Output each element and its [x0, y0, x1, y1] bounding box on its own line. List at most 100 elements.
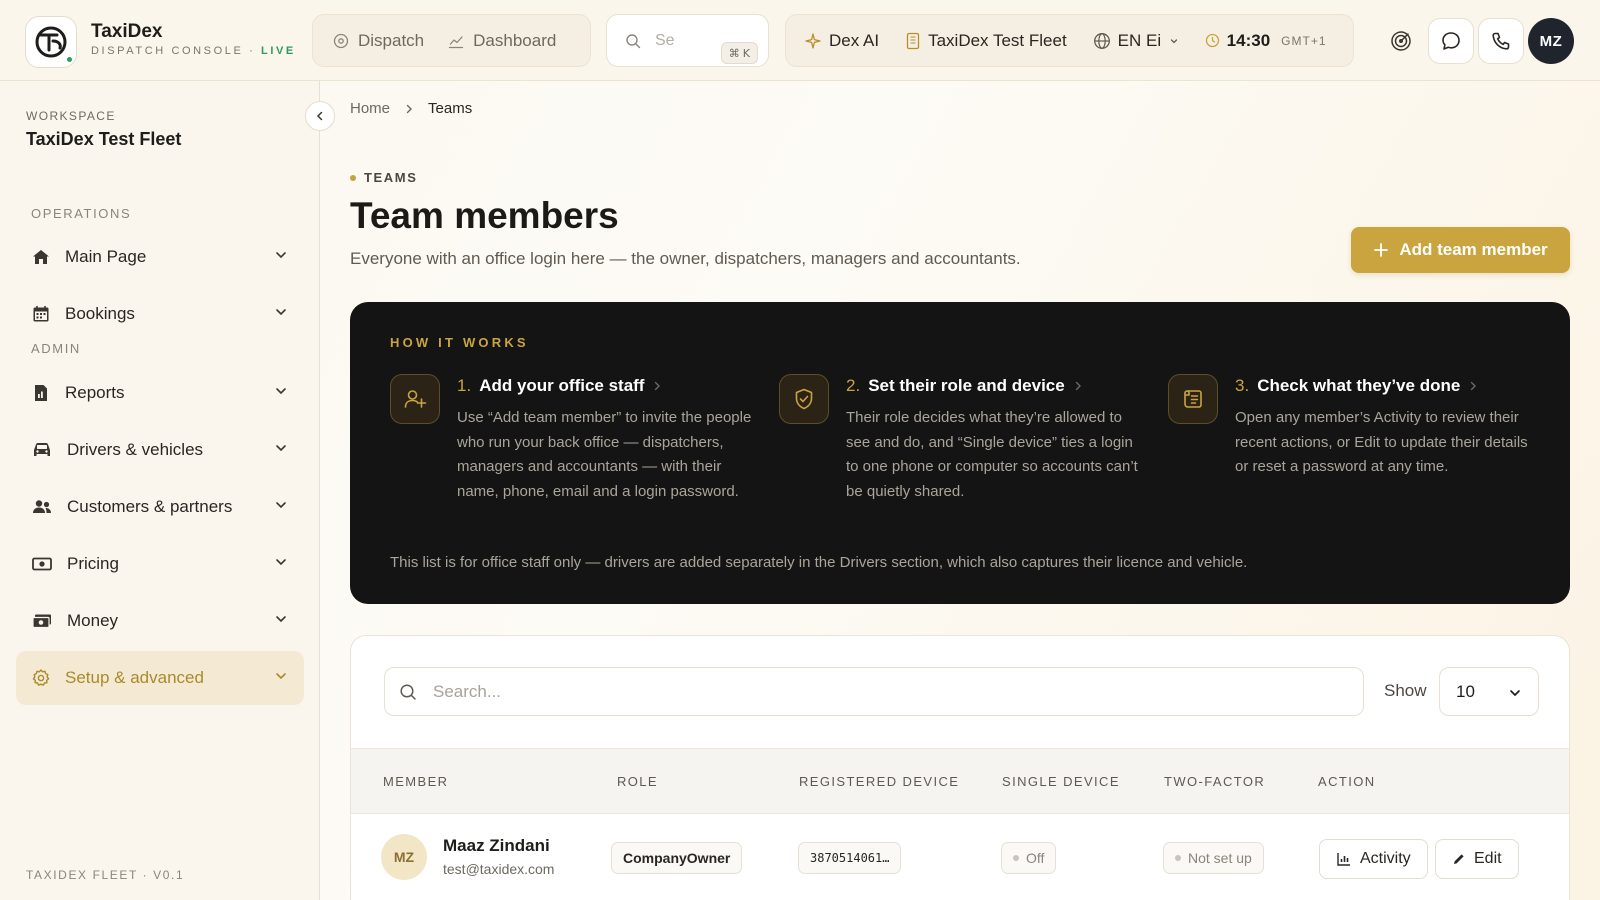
- messages-button[interactable]: [1428, 18, 1474, 64]
- global-search[interactable]: Se ⌘ K: [606, 14, 769, 67]
- fleet-name: TaxiDex Test Fleet: [928, 30, 1067, 50]
- command-key-icon: ⌘: [728, 46, 740, 60]
- sidebar-item-bookings[interactable]: Bookings: [16, 287, 304, 341]
- phone-icon: [1492, 32, 1510, 50]
- step-number: 1.: [457, 376, 472, 395]
- top-bar: TaxiDex DISPATCH CONSOLE · LIVE Dispatch…: [0, 0, 1600, 81]
- step-number: 3.: [1235, 376, 1250, 395]
- chevron-down-icon: [1170, 38, 1177, 43]
- user-plus-icon: [390, 374, 440, 424]
- collapse-sidebar-button[interactable]: [305, 101, 335, 131]
- step-body: Use “Add team member” to invite the peop…: [457, 409, 752, 500]
- radar-button[interactable]: [1378, 18, 1424, 64]
- chevron-right-icon: [1075, 381, 1081, 391]
- two-factor-value: Not set up: [1188, 850, 1252, 866]
- column-two-factor: TWO-FACTOR: [1164, 774, 1266, 789]
- brand-subtitle-text: DISPATCH CONSOLE ·: [91, 45, 262, 57]
- chevron-down-icon: [276, 673, 286, 680]
- nav-dispatch[interactable]: Dispatch: [333, 31, 424, 51]
- sidebar-item-pricing[interactable]: Pricing: [16, 537, 304, 591]
- dex-ai-button[interactable]: Dex AI: [804, 31, 879, 51]
- global-search-placeholder: Se: [655, 31, 675, 49]
- radar-icon: [1391, 31, 1411, 51]
- workspace-name: TaxiDex Test Fleet: [26, 129, 182, 149]
- pencil-icon: [1454, 854, 1464, 864]
- brand-name: TaxiDex: [91, 21, 163, 42]
- step-1-title[interactable]: 1. Add your office staff: [457, 376, 662, 396]
- sidebar-item-setup-advanced[interactable]: Setup & advanced: [16, 651, 304, 705]
- admin-section-label: ADMIN: [31, 341, 81, 356]
- page-eyebrow: TEAMS: [350, 170, 418, 185]
- add-team-member-button[interactable]: Add team member: [1351, 227, 1570, 273]
- status-dot: [1013, 855, 1019, 861]
- nav-dashboard-label: Dashboard: [473, 30, 557, 50]
- main-nav: Dispatch Dashboard: [312, 14, 591, 67]
- breadcrumb-home[interactable]: Home: [350, 100, 390, 117]
- step-body: Their role decides what they’re allowed …: [846, 409, 1138, 500]
- breadcrumb-current: Teams: [428, 100, 473, 117]
- single-device-status: Off: [1001, 842, 1057, 874]
- user-avatar[interactable]: MZ: [1528, 18, 1574, 64]
- shortcut-hint: ⌘ K: [720, 42, 758, 64]
- edit-button[interactable]: Edit: [1435, 839, 1519, 879]
- chat-bubble-icon: [1442, 32, 1460, 50]
- chevron-down-icon: [276, 502, 286, 509]
- member-avatar: MZ: [381, 834, 427, 880]
- page-size-select[interactable]: 10: [1439, 667, 1539, 716]
- building-icon: [906, 32, 920, 49]
- activity-button[interactable]: Activity: [1319, 839, 1428, 879]
- operations-section-label: OPERATIONS: [31, 206, 132, 221]
- timezone: GMT+1: [1281, 33, 1327, 48]
- gear-icon: [32, 669, 50, 686]
- fleet-switcher[interactable]: TaxiDex Test Fleet: [905, 31, 1067, 51]
- sidebar-item-label: Bookings: [65, 304, 135, 323]
- chevron-down-icon: [276, 445, 286, 452]
- how-it-works-panel: HOW IT WORKS 1. Add your office staff Us…: [350, 302, 1570, 604]
- sidebar-item-reports[interactable]: Reports: [16, 366, 304, 420]
- sidebar-item-customers-partners[interactable]: Customers & partners: [16, 480, 304, 534]
- call-button[interactable]: [1478, 18, 1524, 64]
- home-icon: [33, 250, 49, 264]
- nav-dashboard[interactable]: Dashboard: [448, 31, 556, 51]
- sidebar-item-drivers-vehicles[interactable]: Drivers & vehicles: [16, 423, 304, 477]
- sidebar-item-label: Customers & partners: [67, 497, 233, 516]
- step-2-title[interactable]: 2. Set their role and device: [846, 376, 1083, 396]
- plus-icon: [1374, 243, 1389, 257]
- language-selector[interactable]: EN Ei: [1093, 31, 1179, 51]
- single-device-value: Off: [1026, 850, 1045, 866]
- step-3-title[interactable]: 3. Check what they’ve done: [1235, 376, 1478, 396]
- chevron-down-icon: [276, 388, 286, 395]
- two-factor-status: Not set up: [1163, 842, 1264, 874]
- language-label: EN Ei: [1117, 30, 1162, 50]
- report-icon: [35, 385, 47, 401]
- calendar-icon: [33, 306, 49, 322]
- chevron-down-icon: [276, 309, 286, 316]
- sidebar-item-label: Main Page: [65, 247, 147, 266]
- activity-label: Activity: [1360, 850, 1411, 867]
- table-row: MZ Maaz Zindani test@taxidex.com Company…: [351, 814, 1569, 900]
- shield-check-icon: [779, 374, 829, 424]
- registered-device-id: 3870514061…: [798, 842, 902, 874]
- sidebar-item-main-page[interactable]: Main Page: [16, 230, 304, 284]
- chevron-down-icon: [276, 616, 286, 623]
- chevron-right-icon: [1471, 381, 1477, 391]
- chevron-down-icon: [276, 559, 286, 566]
- column-role: ROLE: [617, 774, 659, 789]
- taxidex-logo[interactable]: [25, 16, 77, 68]
- page-size-value: 10: [1456, 681, 1475, 701]
- table-search-input[interactable]: [433, 681, 1333, 702]
- step-title: Check what they’ve done: [1257, 376, 1461, 395]
- table-header: MEMBER ROLE REGISTERED DEVICE SINGLE DEV…: [351, 748, 1569, 814]
- step-number: 2.: [846, 376, 861, 395]
- scroll-log-icon: [1168, 374, 1218, 424]
- price-icon: [32, 557, 52, 571]
- sidebar-item-money[interactable]: Money: [16, 594, 304, 648]
- live-dot: [65, 55, 74, 64]
- live-indicator: LIVE: [261, 45, 296, 57]
- table-search[interactable]: [384, 667, 1364, 716]
- clock-icon: [1205, 33, 1219, 48]
- chevron-right-icon: [655, 381, 661, 391]
- nav-dispatch-label: Dispatch: [358, 30, 425, 50]
- chevron-down-icon: [276, 252, 286, 259]
- sidebar-item-label: Reports: [65, 383, 125, 402]
